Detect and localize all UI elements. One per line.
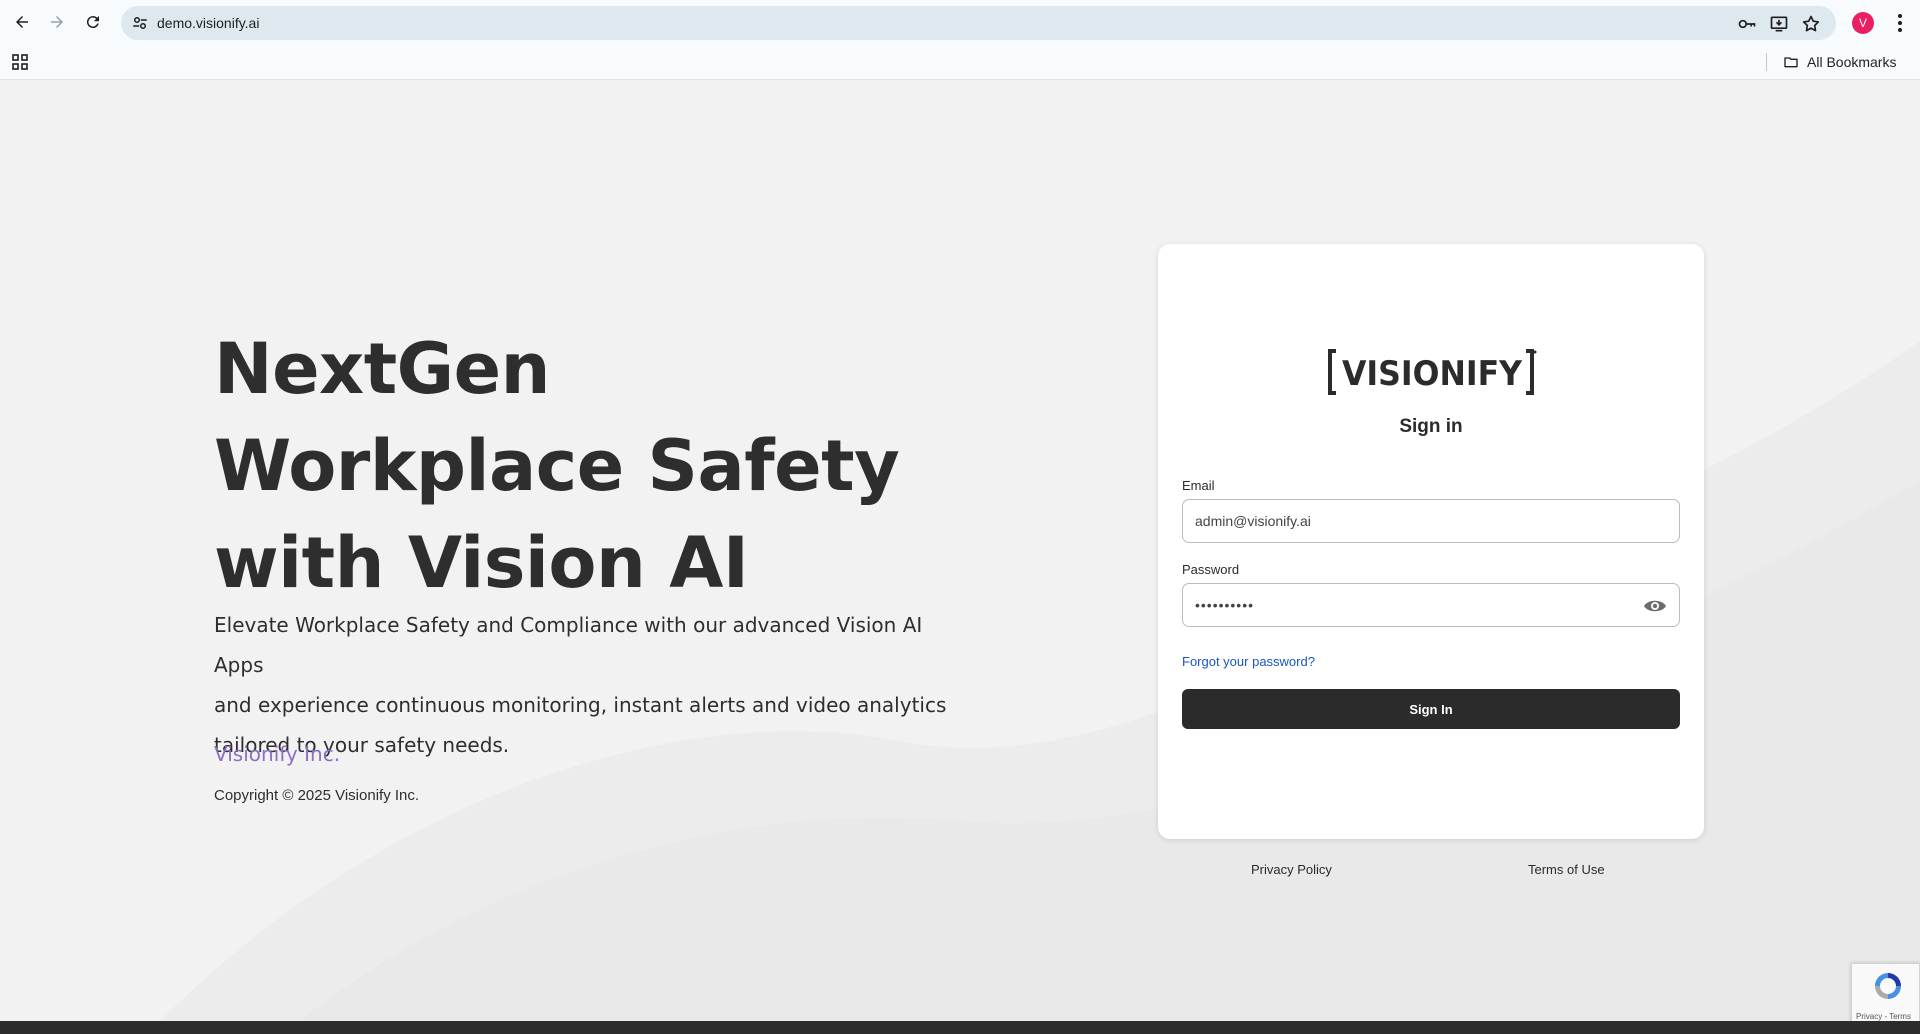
star-icon[interactable]	[1801, 14, 1821, 34]
bottom-bar	[0, 1021, 1920, 1034]
folder-icon	[1784, 57, 1798, 68]
hero-title-line: Workplace Safety	[214, 425, 900, 507]
recaptcha-icon	[1875, 973, 1901, 999]
site-settings-icon[interactable]	[131, 14, 149, 32]
company-name: Visionify Inc.	[214, 742, 341, 766]
privacy-policy-link[interactable]: Privacy Policy	[1251, 862, 1332, 877]
login-page: NextGen Workplace Safety with Vision AI …	[0, 81, 1920, 1021]
password-value: ••••••••••	[1195, 597, 1255, 613]
hero-title: NextGen Workplace Safety with Vision AI	[214, 321, 900, 612]
recaptcha-badge[interactable]: Privacy - Terms	[1851, 963, 1920, 1025]
hero-title-line: NextGen	[214, 328, 550, 410]
logo-text: VISIONIFY	[1342, 354, 1522, 394]
reload-button[interactable]	[80, 9, 106, 35]
arrow-left-icon	[16, 16, 28, 28]
copyright-text: Copyright © 2025 Visionify Inc.	[214, 787, 420, 804]
back-button[interactable]	[9, 9, 35, 35]
hero-title-line: with Vision AI	[214, 522, 749, 604]
browser-toolbar: demo.visionify.ai V	[0, 0, 1920, 45]
apps-grid-icon[interactable]	[11, 53, 29, 71]
email-label: Email	[1182, 478, 1215, 493]
signin-card: VISIONIFY Sign in Email admin@visionify.…	[1158, 244, 1704, 839]
bookmarks-bar: All Bookmarks	[0, 45, 1920, 80]
password-field[interactable]: ••••••••••	[1182, 583, 1680, 627]
bookmarks-divider	[1766, 53, 1767, 71]
install-app-icon[interactable]	[1769, 14, 1789, 34]
email-field[interactable]: admin@visionify.ai	[1182, 499, 1680, 543]
password-label: Password	[1182, 562, 1240, 577]
eye-icon[interactable]	[1643, 595, 1667, 617]
all-bookmarks-label: All Bookmarks	[1807, 54, 1897, 70]
address-bar[interactable]: demo.visionify.ai	[121, 6, 1836, 40]
reload-icon	[86, 16, 99, 29]
signin-title: Sign in	[1399, 416, 1463, 437]
more-vertical-icon[interactable]	[1890, 12, 1910, 34]
terms-of-use-link[interactable]: Terms of Use	[1528, 862, 1605, 877]
url-text: demo.visionify.ai	[157, 15, 260, 31]
hero-description-line: and experience continuous monitoring, in…	[214, 693, 947, 717]
email-value: admin@visionify.ai	[1195, 513, 1311, 529]
arrow-right-icon	[51, 16, 63, 28]
recaptcha-text: Privacy - Terms	[1856, 1012, 1911, 1021]
forgot-password-link[interactable]: Forgot your password?	[1182, 654, 1315, 669]
hero-description-line: Elevate Workplace Safety and Compliance …	[214, 613, 923, 677]
key-icon[interactable]	[1737, 14, 1757, 34]
hero-description: Elevate Workplace Safety and Compliance …	[214, 605, 974, 765]
visionify-logo: VISIONIFY	[1328, 349, 1537, 395]
forward-button[interactable]	[44, 9, 70, 35]
all-bookmarks-button[interactable]: All Bookmarks	[1783, 51, 1896, 73]
signin-button[interactable]: Sign In	[1182, 689, 1680, 729]
profile-avatar[interactable]: V	[1852, 12, 1874, 34]
